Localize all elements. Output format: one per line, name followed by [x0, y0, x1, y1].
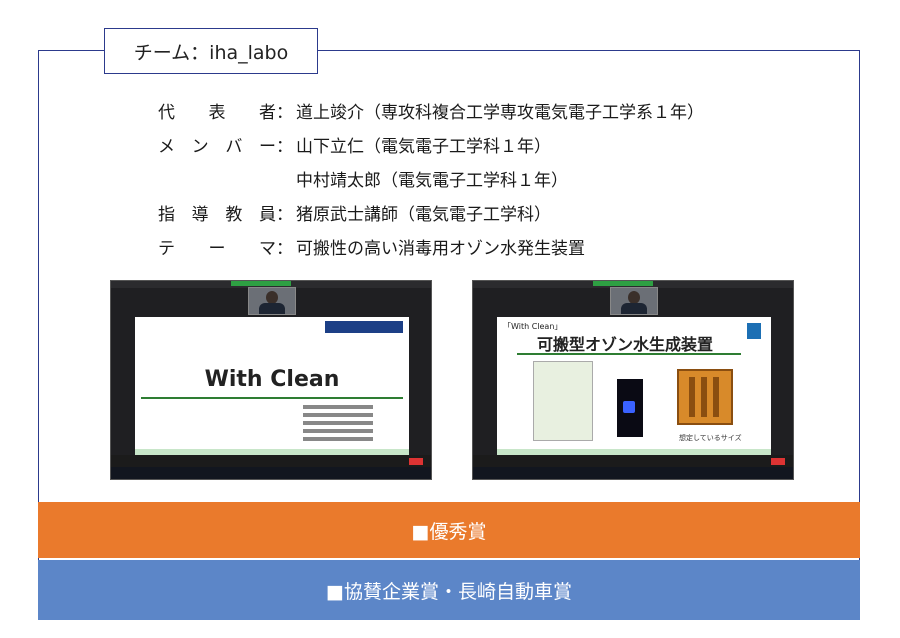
poster-image [533, 361, 593, 441]
slide-device: 「With Clean」 可搬型オゾン水生成装置 想定しているサイズ [497, 317, 771, 457]
info-value: 猪原武士講師（電気電子工学科） [296, 205, 551, 225]
presentation-screenshot-device: 「With Clean」 可搬型オゾン水生成装置 想定しているサイズ [472, 280, 794, 480]
info-row-theme: テ ー マ ： 可搬性の高い消毒用オゾン水発生装置 [158, 232, 704, 266]
info-colon [276, 164, 296, 198]
info-key [158, 164, 276, 198]
share-indicator [593, 281, 653, 286]
info-value: 山下立仁（電気電子工学科１年） [296, 137, 551, 157]
info-key: 代 表 者 [158, 103, 276, 123]
slide-device-title: 可搬型オゾン水生成装置 [537, 335, 714, 354]
info-colon: ： [276, 103, 293, 123]
slide-divider [141, 397, 403, 399]
info-value: 中村靖太郎（電気電子工学科１年） [296, 171, 568, 191]
info-colon: ： [276, 205, 293, 225]
info-row-members: メ ン バ ー ： 山下立仁（電気電子工学科１年） [158, 130, 704, 164]
team-name-label: チーム：iha_labo [104, 28, 318, 74]
slide-divider [517, 353, 741, 355]
slide-title-text: With Clean [204, 367, 340, 392]
size-caption: 想定しているサイズ [679, 434, 742, 442]
info-key: 指 導 教 員 [158, 205, 276, 225]
info-colon: ： [276, 137, 293, 157]
meeting-controls [111, 455, 431, 467]
end-meeting-button [409, 458, 423, 465]
device-photo [617, 379, 643, 437]
info-row-representative: 代 表 者 ： 道上竣介（専攻科複合工学専攻電気電子工学系１年） [158, 96, 704, 130]
slide-title: With Clean [135, 317, 409, 457]
os-taskbar [473, 467, 793, 479]
info-key: メ ン バ ー [158, 137, 276, 157]
device-model-image [677, 369, 733, 425]
info-value: 道上竣介（専攻科複合工学専攻電気電子工学系１年） [296, 103, 704, 123]
award-sponsor: ■協賛企業賞・長崎自動車賞 [38, 560, 860, 620]
presentation-screenshot-title: With Clean [110, 280, 432, 480]
presenter-video-thumbnail [610, 287, 658, 315]
team-info: 代 表 者 ： 道上竣介（専攻科複合工学専攻電気電子工学系１年） メ ン バ ー… [158, 96, 704, 266]
end-meeting-button [771, 458, 785, 465]
meeting-controls [473, 455, 793, 467]
slide-team-details [303, 405, 373, 445]
school-logo [325, 321, 403, 333]
award-excellence: ■優秀賞 [38, 502, 860, 558]
os-taskbar [111, 467, 431, 479]
school-logo [747, 323, 761, 339]
info-row-advisor: 指 導 教 員 ： 猪原武士講師（電気電子工学科） [158, 198, 704, 232]
info-colon: ： [276, 239, 293, 259]
info-value: 可搬性の高い消毒用オゾン水発生装置 [296, 239, 585, 259]
presenter-video-thumbnail [248, 287, 296, 315]
info-key: テ ー マ [158, 239, 276, 259]
info-row-members-2: 中村靖太郎（電気電子工学科１年） [158, 164, 704, 198]
share-indicator [231, 281, 291, 286]
